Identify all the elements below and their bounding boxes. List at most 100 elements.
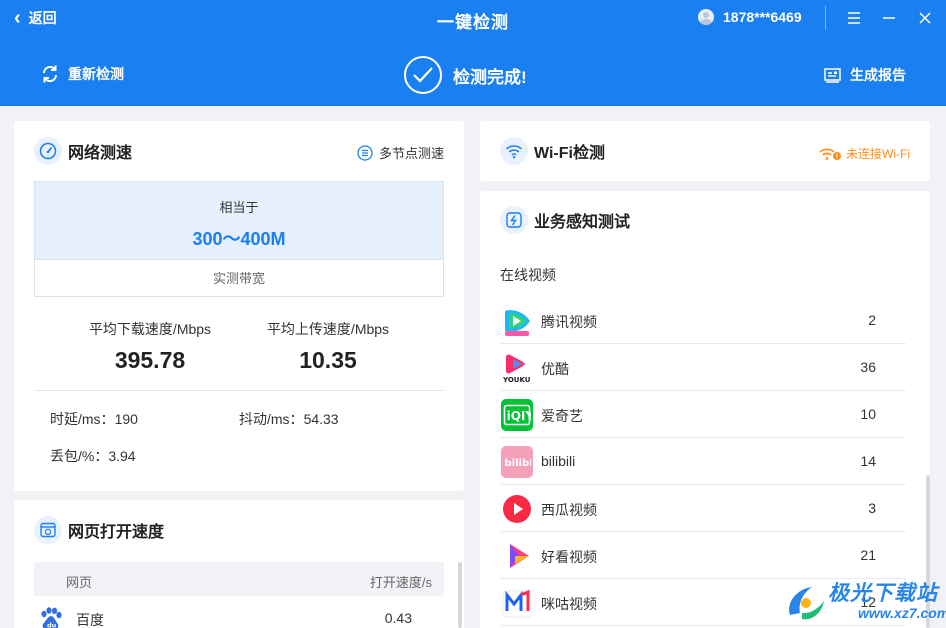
list-item[interactable]: bilibili bilibili 14 — [500, 438, 906, 485]
wifi-icon — [500, 137, 528, 165]
column-header-speed: 打开速度/s — [369, 575, 432, 590]
close-button[interactable] — [913, 6, 937, 30]
section-label-online-video: 在线视频 — [500, 267, 556, 283]
upload-label: 平均上传速度/Mbps — [266, 321, 390, 337]
divider — [34, 390, 444, 391]
webpage-table-header: 网页 打开速度/s — [34, 562, 444, 596]
jitter-label: 抖动/ms： — [239, 411, 304, 427]
right-scrollbar[interactable] — [926, 475, 930, 628]
baidu-icon: du — [41, 607, 62, 628]
webpage-speed-card: 网页打开速度 网页 打开速度/s du 百度 0.43 — [14, 500, 464, 628]
network-speed-title: 网络测速 — [68, 145, 133, 162]
service-perception-title: 业务感知测试 — [534, 214, 631, 231]
network-speed-header: 网络测速 — [34, 137, 132, 165]
jitter-value: 54.33 — [303, 411, 339, 427]
wifi-check-title: Wi-Fi检测 — [534, 145, 605, 162]
checkmark-icon — [404, 56, 442, 94]
account-info[interactable]: 1878***6469 — [698, 9, 802, 25]
list-item-value: 2 — [868, 312, 876, 328]
account-number: 1878***6469 — [723, 9, 802, 25]
webpage-speed-header: 网页打开速度 — [34, 516, 164, 544]
latency-value: 190 — [114, 411, 138, 427]
list-item[interactable]: 腾讯视频 2 — [500, 297, 906, 344]
bilibili-icon: bilibili — [501, 446, 533, 478]
minimize-button[interactable] — [877, 6, 901, 30]
status-label: 检测完成! — [453, 67, 527, 87]
left-scrollbar[interactable] — [458, 562, 462, 628]
header-divider — [825, 6, 826, 30]
wifi-status: 未连接Wi-Fi — [819, 145, 910, 162]
list-item-name: 优酷 — [541, 361, 569, 377]
measured-bandwidth-button[interactable]: 实测带宽 — [34, 259, 444, 297]
table-row[interactable]: du 百度 0.43 — [34, 604, 444, 628]
service-perception-header: 业务感知测试 — [500, 206, 630, 234]
upload-value: 10.35 — [299, 347, 357, 373]
list-item[interactable]: 好看视频 21 — [500, 532, 906, 579]
webpage-speed-title: 网页打开速度 — [68, 524, 165, 541]
youku-icon: YOUKU — [501, 352, 533, 384]
packet-loss-label: 丢包/%： — [50, 448, 109, 464]
report-label: 生成报告 — [850, 67, 906, 83]
svg-text:YOUKU: YOUKU — [502, 376, 531, 384]
latency-metric: 时延/ms：190 — [50, 409, 138, 429]
wifi-check-card: Wi-Fi检测 未连接Wi-Fi — [480, 121, 930, 181]
list-item[interactable]: 西瓜视频 3 — [500, 485, 906, 532]
row-name: 百度 — [76, 612, 104, 628]
menu-button[interactable] — [842, 6, 866, 30]
service-perception-card: 业务感知测试 在线视频 腾讯视频 2 YOUKU 优酷 36 iQIY 爱奇艺 … — [480, 191, 930, 628]
recheck-button[interactable]: 重新检测 — [40, 64, 124, 84]
wifi-status-label: 未连接Wi-Fi — [846, 147, 910, 161]
close-icon — [919, 12, 931, 24]
download-value: 395.78 — [114, 347, 186, 373]
equivalent-value: 300～400M — [192, 229, 286, 249]
list-item-name: 咪咕视频 — [541, 596, 597, 612]
list-item-name: 腾讯视频 — [541, 314, 597, 330]
haokan-video-icon — [501, 540, 533, 572]
list-item-value: 3 — [868, 500, 876, 516]
svg-text:bilibili: bilibili — [505, 458, 532, 469]
window-title: 一键检测 — [437, 13, 509, 32]
latency-label: 时延/ms： — [50, 411, 115, 427]
wifi-check-header: Wi-Fi检测 — [500, 137, 605, 165]
svg-text:iQIY: iQIY — [507, 409, 531, 423]
iqiyi-icon: iQIY — [501, 399, 533, 431]
menu-icon — [848, 12, 860, 24]
list-item-value: 21 — [860, 547, 876, 563]
equivalent-label: 相当于 — [219, 200, 259, 215]
list-item[interactable]: 咪咕视频 12 — [500, 579, 906, 626]
list-item-value: 36 — [860, 359, 876, 375]
migu-video-icon — [501, 587, 533, 619]
avatar — [698, 9, 714, 25]
list-item[interactable]: YOUKU 优酷 36 — [500, 344, 906, 391]
check-complete-status: 检测完成! — [404, 56, 527, 94]
list-item-value: 14 — [860, 453, 876, 469]
list-item[interactable]: iQIY 爱奇艺 10 — [500, 391, 906, 438]
speedometer-icon — [34, 137, 62, 165]
network-speed-card: 网络测速 多节点测速 相当于 300～400M 实测带宽 平均下载速度/Mbps… — [14, 121, 464, 491]
browser-icon — [34, 516, 62, 544]
list-item-name: 好看视频 — [541, 549, 597, 565]
top-bar: ‹ 返回 一键检测 1878***6469 重新检测 检测完成! 生成报告 — [0, 0, 946, 106]
list-item-name: bilibili — [541, 453, 576, 469]
refresh-icon — [42, 65, 58, 83]
xigua-video-icon — [501, 493, 533, 525]
download-stat: 平均下载速度/Mbps 395.78 — [50, 319, 250, 374]
recheck-label: 重新检测 — [68, 66, 124, 82]
packet-loss-metric: 丢包/%：3.94 — [50, 446, 136, 466]
multi-node-test-button[interactable]: 多节点测速 — [357, 143, 444, 162]
generate-report-button[interactable]: 生成报告 — [824, 65, 906, 85]
list-item-name: 爱奇艺 — [541, 408, 583, 424]
multi-node-icon — [357, 144, 373, 161]
wifi-warning-icon — [819, 148, 841, 160]
download-label: 平均下载速度/Mbps — [88, 321, 212, 337]
column-header-page: 网页 — [66, 575, 93, 590]
tencent-video-icon — [501, 305, 533, 337]
multi-node-label: 多节点测速 — [378, 146, 444, 161]
report-icon — [824, 67, 841, 83]
list-item-value: 12 — [860, 594, 876, 610]
row-value: 0.43 — [384, 610, 412, 626]
list-item-value: 10 — [860, 406, 876, 422]
minimize-icon — [883, 17, 895, 19]
equivalent-bandwidth-box: 相当于 300～400M — [34, 181, 444, 259]
jitter-metric: 抖动/ms：54.33 — [239, 409, 339, 429]
